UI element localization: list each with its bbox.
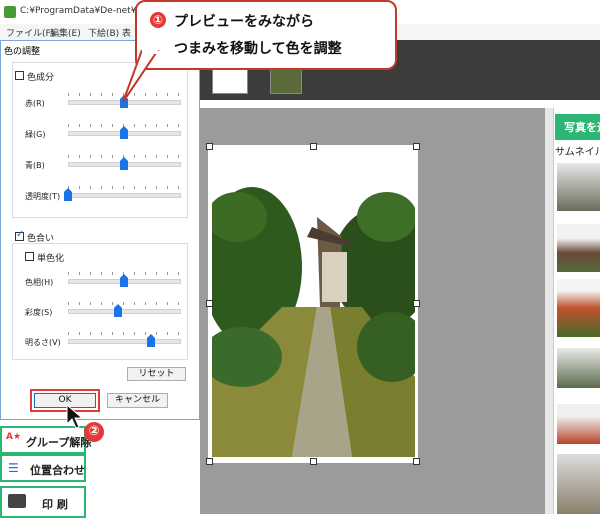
color-component-label: 色成分 [27,73,55,83]
photo-thumbnail[interactable] [557,279,600,337]
photo-thumbnail[interactable] [557,224,600,272]
color-component-slider-track[interactable] [68,193,181,198]
step-number: ① [150,12,166,28]
menu-file[interactable]: ファイル(F) [6,26,54,39]
thumbnail-label: サムネイル [555,147,600,158]
hue-slider-ticks [68,302,179,305]
app-icon [4,6,16,18]
menu-view[interactable]: 表 [122,26,131,39]
photo-thumbnail[interactable] [557,163,600,211]
hue-label: 色合い [27,234,55,244]
color-component-slider-label: 緑(G) [25,130,46,139]
monochrome-checkbox[interactable] [25,252,34,261]
printer-icon [8,494,26,508]
ungroup-button[interactable]: A★ グループ解除 [0,426,91,454]
step-number-2: ② [84,422,104,442]
color-component-slider-label: 青(B) [25,161,45,170]
hue-slider-label: 彩度(S) [25,308,53,317]
callout-pointer [122,50,160,103]
resize-handle[interactable] [206,143,213,150]
photo-thumbnail[interactable] [557,404,600,444]
photo-thumbnail[interactable] [557,454,600,514]
photo-garden-path[interactable] [212,157,415,457]
resize-handle[interactable] [413,300,420,307]
color-component-slider-label: 透明度(T) [25,192,61,201]
color-component-slider-thumb[interactable] [119,157,128,170]
align-icon: ☰ [8,461,19,475]
color-component-slider-ticks [68,186,179,189]
resize-handle[interactable] [206,458,213,465]
hue-slider-thumb[interactable] [147,334,156,347]
callout-text-line2: つまみを移動して色を調整 [174,41,342,57]
resize-handle[interactable] [310,458,317,465]
ungroup-icon: A★ [6,432,22,442]
dialog-title: 色の調整 [4,47,41,57]
resize-handle[interactable] [413,143,420,150]
color-component-checkbox[interactable] [15,71,24,80]
color-component-slider-thumb[interactable] [119,126,128,139]
ok-button-highlight [30,389,100,412]
canvas-scrollbar[interactable] [545,108,553,514]
callout-text-line1: プレビューをみながら [174,14,314,30]
resize-handle[interactable] [413,458,420,465]
align-button[interactable]: ☰ 位置合わせ [0,454,86,482]
color-component-slider-thumb[interactable] [64,188,72,201]
hue-slider-track[interactable] [68,309,181,314]
hue-slider-thumb[interactable] [119,274,128,287]
print-button[interactable]: 印 刷 [0,486,86,518]
hue-slider-ticks [68,332,179,335]
mouse-cursor-icon [66,404,84,429]
hue-slider-label: 明るさ(V) [25,338,61,347]
resize-handle[interactable] [206,300,213,307]
photo-thumbnail[interactable] [557,348,600,388]
reset-button[interactable]: リセット [127,367,186,381]
monochrome-label: 単色化 [37,254,65,264]
add-photo-button[interactable]: 写真を追 [555,114,600,140]
hue-slider-thumb[interactable] [113,304,122,317]
resize-handle[interactable] [310,143,317,150]
menu-edit[interactable]: 編集(E) [50,26,81,39]
check-mark-icon: ✓ [16,229,25,240]
hue-slider-label: 色相(H) [25,278,54,287]
menu-sketch[interactable]: 下絵(B) [88,26,119,39]
hue-slider-track[interactable] [68,339,181,344]
color-component-slider-label: 赤(R) [25,99,45,108]
cancel-button[interactable]: キャンセル [107,393,168,408]
